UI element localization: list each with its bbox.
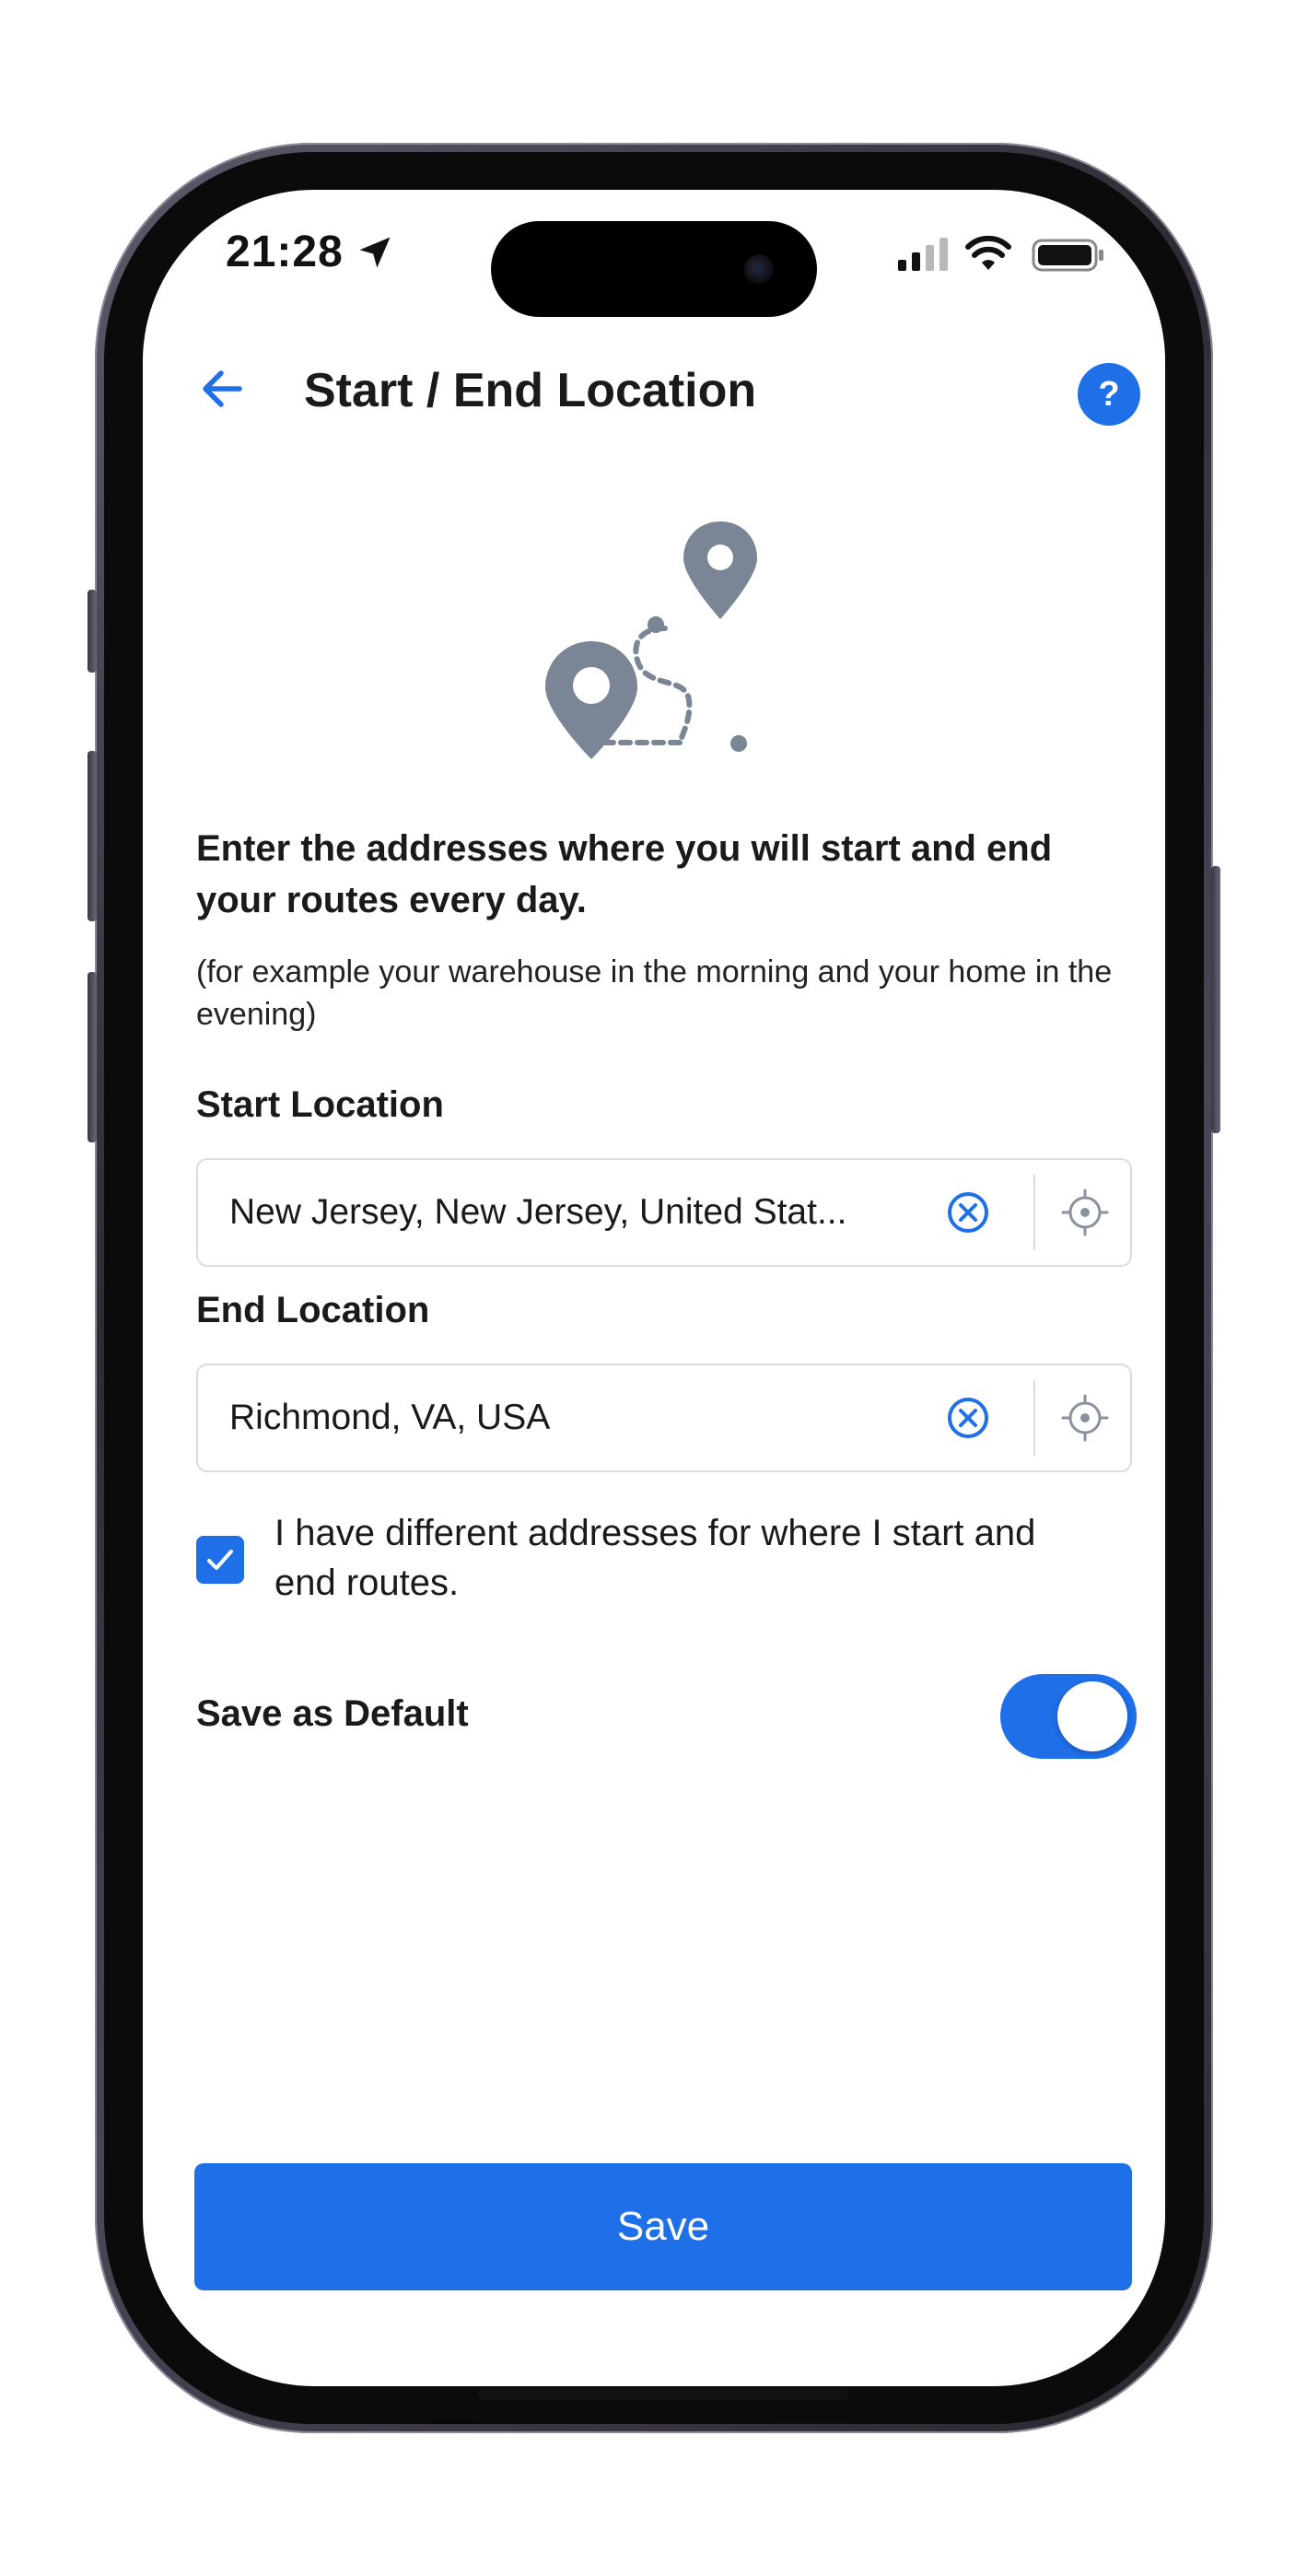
back-arrow-icon[interactable] <box>193 359 252 418</box>
toggle-knob <box>1057 1681 1127 1751</box>
save-button[interactable]: Save <box>194 2163 1132 2290</box>
intro-heading: Enter the addresses where you will start… <box>196 828 1053 920</box>
volume-down-button <box>88 972 97 1142</box>
start-location-input[interactable] <box>229 1160 929 1265</box>
clear-start-icon[interactable] <box>944 1188 992 1236</box>
field-divider <box>1033 1175 1035 1250</box>
device-screenshot: 21:28 Start / End Location ? Enter the a… <box>0 0 1307 2576</box>
power-button <box>1211 866 1220 1133</box>
different-addresses-checkbox[interactable] <box>196 1536 244 1584</box>
start-location-label: Start Location <box>196 1084 444 1125</box>
page-title: Start / End Location <box>304 364 757 417</box>
current-location-icon[interactable] <box>1059 1187 1111 1238</box>
help-button[interactable]: ? <box>1078 363 1140 426</box>
volume-up-button <box>88 751 97 921</box>
route-pins-icon <box>545 521 757 759</box>
front-camera-icon <box>744 254 774 284</box>
location-arrow-icon <box>359 237 391 268</box>
end-location-label: End Location <box>196 1290 430 1330</box>
action-button <box>88 590 97 673</box>
end-location-input[interactable] <box>229 1365 929 1470</box>
current-location-icon[interactable] <box>1059 1392 1111 1444</box>
cellular-signal-icon <box>898 238 948 271</box>
clear-end-icon[interactable] <box>944 1394 992 1442</box>
intro-note: (for example your warehouse in the morni… <box>196 954 1113 1032</box>
status-time: 21:28 <box>226 228 344 276</box>
save-default-toggle[interactable] <box>1000 1674 1137 1759</box>
field-divider <box>1033 1380 1035 1456</box>
different-addresses-label[interactable]: I have different addresses for where I s… <box>274 1508 1103 1608</box>
home-indicator <box>478 2388 848 2401</box>
wifi-icon <box>965 235 1011 270</box>
checkmark-icon <box>207 1550 233 1570</box>
save-default-label: Save as Default <box>196 1693 469 1734</box>
start-location-field <box>196 1158 1132 1267</box>
end-location-field <box>196 1364 1132 1472</box>
battery-icon <box>1032 239 1103 272</box>
